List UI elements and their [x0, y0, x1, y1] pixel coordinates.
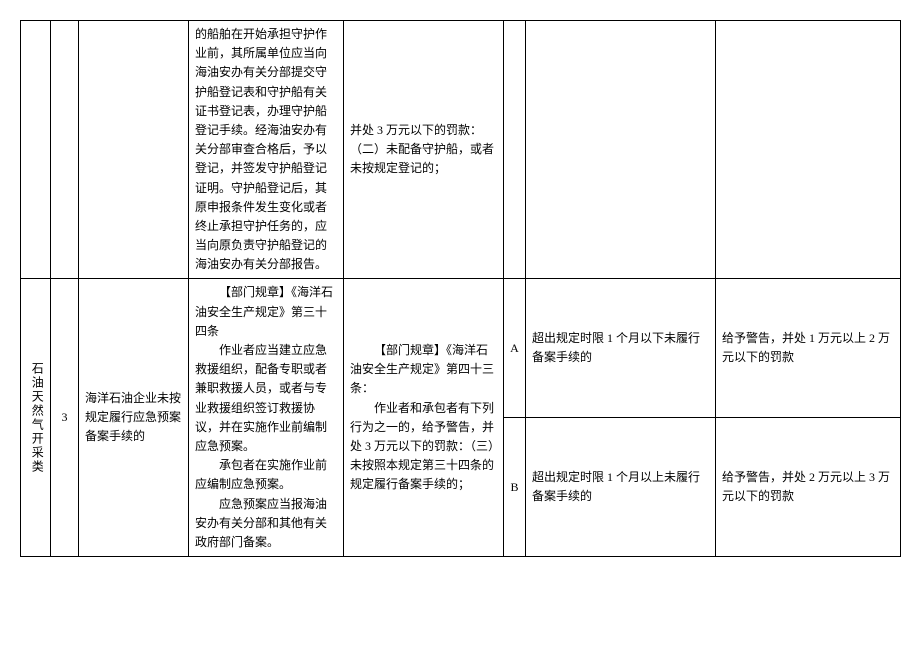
cell-situation-b: 超出规定时限 1 个月以上未履行备案手续的 — [526, 418, 716, 557]
cell-penalty-cont — [716, 21, 901, 279]
pen-p1: 【部门规章】《海洋石油安全生产规定》第四十三条： — [350, 341, 497, 399]
cell-penalty-basis: 【部门规章】《海洋石油安全生产规定》第四十三条： 作业者和承包者有下列行为之一的… — [344, 279, 504, 557]
cell-seq: 3 — [51, 279, 79, 557]
cell-seq-cont — [51, 21, 79, 279]
situation-text: 超出规定时限 1 个月以下未履行备案手续的 — [532, 331, 700, 364]
cell-violation-cont — [79, 21, 189, 279]
penalty-text: 给予警告，并处 2 万元以上 3 万元以下的罚款 — [722, 470, 890, 503]
pen-p2: 作业者和承包者有下列行为之一的，给予警告，并处 3 万元以下的罚款：（三）未按照… — [350, 399, 497, 495]
category-text: 石油天然气开采类 — [27, 362, 46, 474]
cell-penalty-b: 给予警告，并处 2 万元以上 3 万元以下的罚款 — [716, 418, 901, 557]
table-row: 石油天然气开采类 3 海洋石油企业未按规定履行应急预案备案手续的 【部门规章】《… — [21, 279, 901, 418]
cell-grade-a: A — [504, 279, 526, 418]
reg-p3: 承包者在实施作业前应编制应急预案。 — [195, 456, 337, 494]
cell-grade-cont — [504, 21, 526, 279]
grade-label: B — [510, 480, 518, 494]
cell-penalty-a: 给予警告，并处 1 万元以上 2 万元以下的罚款 — [716, 279, 901, 418]
text-content: 并处 3 万元以下的罚款：（二）未配备守护船，或者未按规定登记的； — [350, 123, 494, 175]
cell-category: 石油天然气开采类 — [21, 279, 51, 557]
reg-p4: 应急预案应当报海油安办有关分部和其他有关政府部门备案。 — [195, 495, 337, 553]
cell-regulation-basis: 的船舶在开始承担守护作业前，其所属单位应当向海油安办有关分部提交守护船登记表和守… — [189, 21, 344, 279]
cell-regulation-basis: 【部门规章】《海洋石油安全生产规定》第三十四条 作业者应当建立应急救援组织，配备… — [189, 279, 344, 557]
regulation-table: 的船舶在开始承担守护作业前，其所属单位应当向海油安办有关分部提交守护船登记表和守… — [20, 20, 901, 557]
situation-text: 超出规定时限 1 个月以上未履行备案手续的 — [532, 470, 700, 503]
table-row: 的船舶在开始承担守护作业前，其所属单位应当向海油安办有关分部提交守护船登记表和守… — [21, 21, 901, 279]
cell-situation-cont — [526, 21, 716, 279]
text-content: 的船舶在开始承担守护作业前，其所属单位应当向海油安办有关分部提交守护船登记表和守… — [195, 27, 327, 271]
cell-category-cont — [21, 21, 51, 279]
reg-p2: 作业者应当建立应急救援组织，配备专职或者兼职救援人员，或者与专业救援组织签订救援… — [195, 341, 337, 456]
seq-text: 3 — [62, 410, 68, 424]
reg-p1: 【部门规章】《海洋石油安全生产规定》第三十四条 — [195, 283, 337, 341]
cell-grade-b: B — [504, 418, 526, 557]
cell-violation: 海洋石油企业未按规定履行应急预案备案手续的 — [79, 279, 189, 557]
cell-penalty-basis: 并处 3 万元以下的罚款：（二）未配备守护船，或者未按规定登记的； — [344, 21, 504, 279]
penalty-text: 给予警告，并处 1 万元以上 2 万元以下的罚款 — [722, 331, 890, 364]
violation-text: 海洋石油企业未按规定履行应急预案备案手续的 — [85, 391, 181, 443]
grade-label: A — [510, 341, 519, 355]
cell-situation-a: 超出规定时限 1 个月以下未履行备案手续的 — [526, 279, 716, 418]
